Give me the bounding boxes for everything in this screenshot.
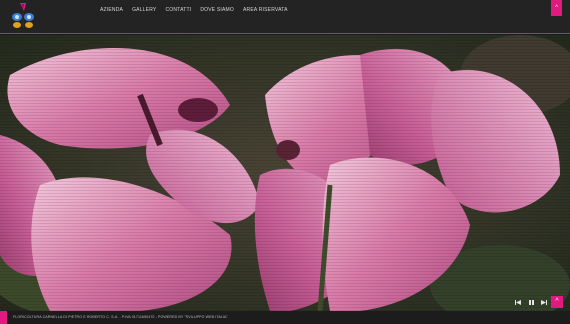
previous-slide-button[interactable] <box>513 297 523 307</box>
next-slide-button[interactable] <box>539 297 549 307</box>
pause-icon <box>528 299 534 305</box>
site-header: AZIENDA GALLERY CONTATTI DOVE SIAMO AREA… <box>0 0 570 34</box>
previous-icon <box>515 299 521 305</box>
hero-image-cyclamen <box>0 35 570 311</box>
chevron-up-icon: ^ <box>555 298 559 305</box>
nav-item-dove-siamo[interactable]: DOVE SIAMO <box>200 7 234 13</box>
slideshow <box>0 35 570 311</box>
chevron-up-icon: ^ <box>555 5 558 11</box>
next-icon <box>541 299 547 305</box>
footer-accent-bar <box>0 311 7 324</box>
nav-item-contatti[interactable]: CONTATTI <box>165 7 191 13</box>
main-nav: AZIENDA GALLERY CONTATTI DOVE SIAMO AREA… <box>100 7 288 13</box>
site-footer: FLORICOLTURA CARNELLA DI PIETRO E ROBERT… <box>0 311 570 324</box>
nav-item-azienda[interactable]: AZIENDA <box>100 7 123 13</box>
scroll-top-button[interactable]: ^ <box>551 296 563 308</box>
pause-slide-button[interactable] <box>526 297 536 307</box>
footer-copyright: FLORICOLTURA CARNELLA DI PIETRO E ROBERT… <box>13 315 228 319</box>
butterfly-logo-icon[interactable] <box>9 2 37 32</box>
nav-item-gallery[interactable]: GALLERY <box>132 7 156 13</box>
menu-toggle-button[interactable]: ^ <box>551 0 562 16</box>
nav-item-area-riservata[interactable]: AREA RISERVATA <box>243 7 288 13</box>
